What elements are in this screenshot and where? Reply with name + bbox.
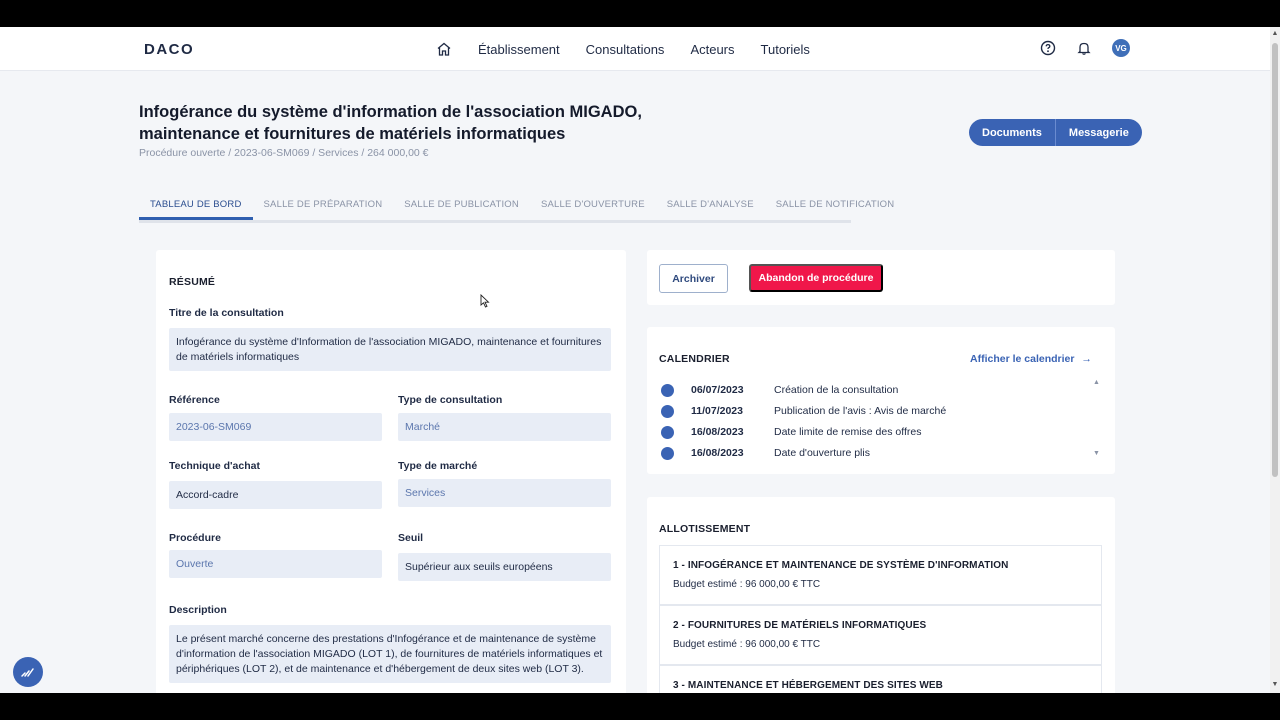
nav-consultations[interactable]: Consultations [586,42,665,57]
lot-item[interactable]: 2 - FOURNITURES DE MATÉRIELS INFORMATIQU… [659,605,1102,665]
lot-item[interactable]: 1 - INFOGÉRANCE ET MAINTENANCE DE SYSTÈM… [659,545,1102,605]
nav-acteurs[interactable]: Acteurs [690,42,734,57]
top-icons: VG [1040,39,1130,57]
page-scrollbar[interactable]: ▲ ▼ [1270,27,1280,693]
lot-title: 1 - INFOGÉRANCE ET MAINTENANCE DE SYSTÈM… [673,560,1009,571]
calendar-event: 11/07/2023 Publication de l'avis : Avis … [661,404,946,418]
reference-label: Référence [169,394,220,406]
documents-button[interactable]: Documents [969,119,1056,146]
description-field[interactable]: Le présent marché concerne des prestatio… [169,625,611,683]
assistant-fab[interactable] [13,657,43,687]
event-label: Date d'ouverture plis [774,447,870,459]
help-icon[interactable] [1040,40,1056,56]
rooms-tabs: TABLEAU DE BORD SALLE DE PRÉPARATION SAL… [139,197,894,223]
scroll-down-icon[interactable]: ▼ [1271,681,1279,688]
event-date: 16/08/2023 [691,447,744,459]
actions-card: Archiver Abandon de procédure [647,250,1115,305]
arrow-right-icon: → [1081,353,1092,365]
calendar-scroll-up-icon[interactable]: ▲ [1093,379,1100,386]
pen-check-icon [21,668,34,677]
mouse-cursor-icon [480,294,490,308]
tab-salle-notification[interactable]: SALLE DE NOTIFICATION [765,197,906,220]
resume-title: RÉSUMÉ [169,276,216,288]
tab-salle-publication[interactable]: SALLE DE PUBLICATION [393,197,530,220]
event-dot-icon [661,446,674,460]
calendrier-title: CALENDRIER [659,353,730,365]
page-title: Infogérance du système d'information de … [139,103,642,143]
type-consultation-field[interactable]: Marché [398,413,611,441]
lot-budget: Budget estimé : 96 000,00 € TTC [673,579,821,590]
event-label: Publication de l'avis : Avis de marché [774,405,947,417]
event-label: Date limite de remise des offres [774,426,922,438]
calendar-event: 06/07/2023 Création de la consultation [661,383,898,397]
scroll-up-icon[interactable]: ▲ [1271,30,1279,37]
description-label: Description [169,604,227,616]
lot-title: 2 - FOURNITURES DE MATÉRIELS INFORMATIQU… [673,620,927,631]
event-date: 06/07/2023 [691,384,744,396]
afficher-calendrier-label: Afficher le calendrier [970,353,1075,365]
messagerie-button[interactable]: Messagerie [1055,119,1142,146]
archiver-button[interactable]: Archiver [659,264,728,293]
calendrier-card: CALENDRIER Afficher le calendrier → ▲ 06… [647,327,1115,474]
allotissement-title: ALLOTISSEMENT [659,523,751,535]
event-dot-icon [661,404,674,418]
technique-label: Technique d'achat [169,460,260,472]
calendar-scroll-down-icon[interactable]: ▼ [1093,450,1100,457]
app-viewport: DACO Établissement Consultations Acteurs… [0,27,1280,693]
allotissement-card: ALLOTISSEMENT 1 - INFOGÉRANCE ET MAINTEN… [647,497,1115,693]
titre-label: Titre de la consultation [169,307,284,319]
seuil-field[interactable]: Supérieur aux seuils européens [398,553,611,581]
event-date: 16/08/2023 [691,426,744,438]
app-logo[interactable]: DACO [144,41,194,58]
lot-budget: Budget estimé : 96 000,00 € TTC [673,639,821,650]
lot-item[interactable]: 3 - MAINTENANCE ET HÉBERGEMENT DES SITES… [659,665,1102,693]
technique-field[interactable]: Accord-cadre [169,481,382,509]
procedure-field[interactable]: Ouverte [169,550,382,578]
main-nav: Établissement Consultations Acteurs Tuto… [436,27,810,71]
event-dot-icon [661,425,674,439]
type-marche-field[interactable]: Services [398,479,611,507]
tab-salle-ouverture[interactable]: SALLE D'OUVERTURE [530,197,656,220]
abandon-procedure-button[interactable]: Abandon de procédure [749,264,883,292]
bell-icon[interactable] [1076,40,1092,56]
tab-salle-preparation[interactable]: SALLE DE PRÉPARATION [253,197,394,220]
procedure-label: Procédure [169,532,221,544]
top-navbar: DACO Établissement Consultations Acteurs… [0,27,1270,71]
type-consultation-label: Type de consultation [398,394,503,406]
afficher-calendrier-link[interactable]: Afficher le calendrier → [970,353,1092,365]
reference-field[interactable]: 2023-06-SM069 [169,413,382,441]
header-button-group: Documents Messagerie [969,119,1142,146]
user-avatar[interactable]: VG [1112,39,1130,57]
page-subtitle: Procédure ouverte / 2023-06-SM069 / Serv… [139,147,429,159]
lot-title: 3 - MAINTENANCE ET HÉBERGEMENT DES SITES… [673,680,943,691]
nav-tutoriels[interactable]: Tutoriels [761,42,810,57]
calendar-event: 16/08/2023 Date limite de remise des off… [661,425,921,439]
event-label: Création de la consultation [774,384,899,396]
nav-etablissement[interactable]: Établissement [478,42,560,57]
event-dot-icon [661,383,674,397]
resume-card: RÉSUMÉ Titre de la consultation Infogéra… [156,250,626,693]
type-marche-label: Type de marché [398,460,478,472]
home-icon[interactable] [436,41,452,57]
seuil-label: Seuil [398,532,424,544]
scroll-thumb[interactable] [1272,43,1278,477]
titre-field[interactable]: Infogérance du système d'Information de … [169,328,611,371]
calendar-event: 16/08/2023 Date d'ouverture plis [661,446,870,460]
tab-salle-analyse[interactable]: SALLE D'ANALYSE [656,197,765,220]
tab-tableau-de-bord[interactable]: TABLEAU DE BORD [139,197,253,220]
event-date: 11/07/2023 [691,405,743,417]
